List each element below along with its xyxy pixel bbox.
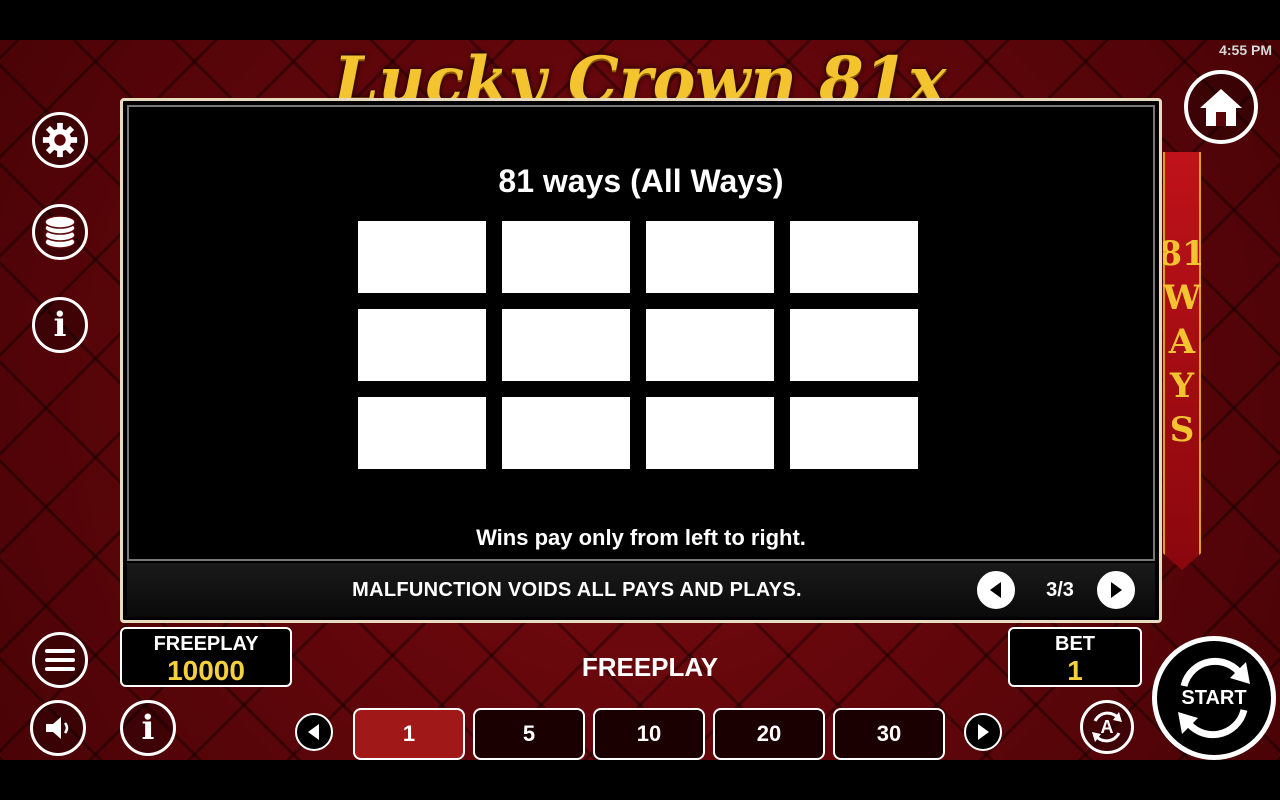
next-page-button[interactable] <box>1097 571 1135 609</box>
malfunction-disclaimer: MALFUNCTION VOIDS ALL PAYS AND PLAYS. <box>352 578 802 601</box>
autoplay-label: A <box>1100 716 1114 737</box>
settings-button[interactable] <box>32 112 88 168</box>
grid-cell <box>502 309 630 381</box>
coin-value-button[interactable]: 1 <box>353 708 465 760</box>
coin-stack-icon <box>44 215 76 249</box>
home-button[interactable] <box>1184 70 1258 144</box>
grid-cell <box>790 397 918 469</box>
paytable-page: 81 ways (All Ways) Wins pay only from le… <box>127 105 1155 561</box>
status-clock: 4:55 PM <box>1219 42 1272 58</box>
game-info-button[interactable]: i <box>32 297 88 353</box>
paytable-heading: 81 ways (All Ways) <box>498 163 784 199</box>
ways-letter: S <box>1169 410 1195 450</box>
paytable-info-button[interactable]: i <box>120 700 176 756</box>
coins-button[interactable] <box>32 204 88 260</box>
coin-value-button[interactable]: 5 <box>473 708 585 760</box>
chevron-right-icon <box>978 724 989 740</box>
previous-page-button[interactable] <box>977 571 1015 609</box>
bet-decrease-button[interactable] <box>295 713 333 751</box>
paytable-footer: MALFUNCTION VOIDS ALL PAYS AND PLAYS. 3/… <box>127 563 1155 617</box>
bet-label: BET <box>1055 633 1095 655</box>
ways-number: 81 <box>1158 234 1206 274</box>
grid-cell <box>790 221 918 293</box>
speaker-icon <box>46 717 69 739</box>
grid-cell <box>358 309 486 381</box>
page-indicator: 3/3 <box>1046 578 1074 601</box>
paytable-note: Wins pay only from left to right. <box>476 525 806 550</box>
paytable-modal: 81 ways (All Ways) Wins pay only from le… <box>120 98 1162 623</box>
coin-value-button[interactable]: 20 <box>713 708 825 760</box>
grid-cell <box>502 397 630 469</box>
home-icon <box>1200 89 1242 126</box>
gear-icon <box>42 122 78 158</box>
ways-grid <box>358 221 918 469</box>
coin-value-button[interactable]: 10 <box>593 708 705 760</box>
bet-value: 1 <box>1067 655 1083 686</box>
chevron-left-icon <box>990 582 1001 598</box>
bet-increase-button[interactable] <box>964 713 1002 751</box>
autoplay-button[interactable]: A <box>1080 700 1134 754</box>
grid-cell <box>790 309 918 381</box>
grid-cell <box>646 221 774 293</box>
grid-cell <box>502 221 630 293</box>
balance-value: 10000 <box>167 655 245 686</box>
coin-value-button[interactable]: 30 <box>833 708 945 760</box>
info-icon: i <box>141 708 155 748</box>
sound-button[interactable] <box>30 700 86 756</box>
hamburger-menu-icon <box>45 649 75 671</box>
start-label: START <box>1181 686 1247 709</box>
balance-box: FREEPLAY 10000 <box>120 627 292 687</box>
chevron-right-icon <box>1111 582 1122 598</box>
grid-cell <box>358 397 486 469</box>
info-icon: i <box>53 305 67 345</box>
ways-letter: W <box>1162 278 1202 318</box>
grid-cell <box>358 221 486 293</box>
top-status-bar <box>0 0 1280 40</box>
ways-banner: 81 W A Y S <box>1163 152 1201 570</box>
game-mode-label: FREEPLAY <box>581 652 719 682</box>
balance-label: FREEPLAY <box>153 633 259 655</box>
bottom-system-bar <box>0 760 1280 800</box>
start-spin-button[interactable]: START <box>1152 636 1276 760</box>
grid-cell <box>646 397 774 469</box>
game-title-logo: Lucky Crown 81x <box>333 43 947 104</box>
bet-box: BET 1 <box>1008 627 1142 687</box>
ways-letter: Y <box>1169 366 1195 406</box>
chevron-left-icon <box>308 724 319 740</box>
menu-button[interactable] <box>32 632 88 688</box>
grid-cell <box>646 309 774 381</box>
ways-letter: A <box>1168 322 1196 362</box>
